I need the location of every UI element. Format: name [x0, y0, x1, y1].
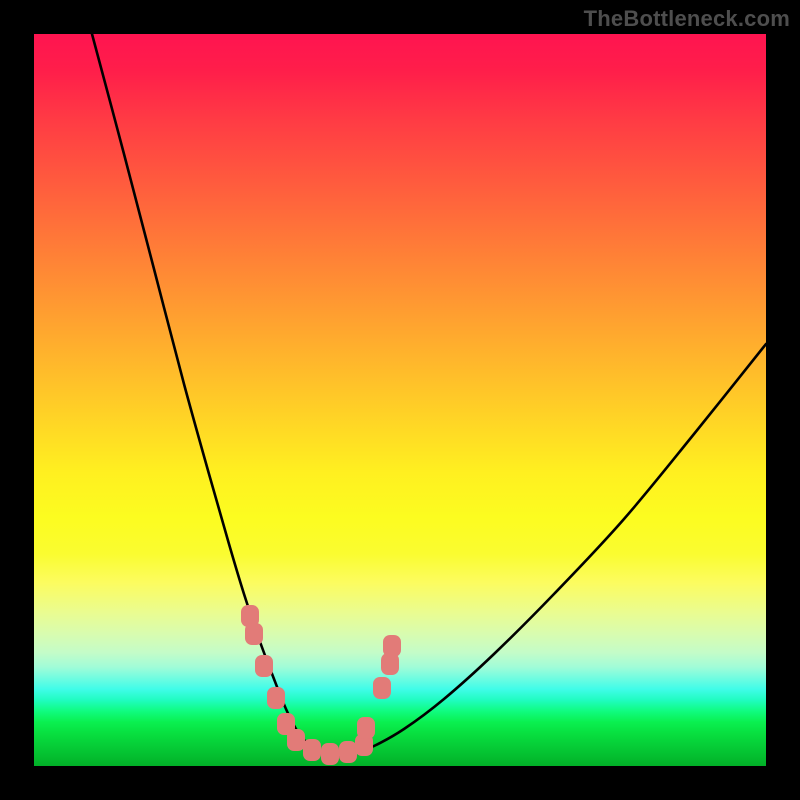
marker-point [383, 635, 401, 657]
marker-point [267, 687, 285, 709]
marker-point [245, 623, 263, 645]
curve-markers [241, 605, 401, 765]
plot-area [34, 34, 766, 766]
marker-point [357, 717, 375, 739]
watermark-text: TheBottleneck.com [584, 6, 790, 32]
marker-point [381, 653, 399, 675]
bottleneck-curve [92, 34, 766, 756]
marker-point [373, 677, 391, 699]
marker-point [321, 743, 339, 765]
curve-svg [34, 34, 766, 766]
marker-point [255, 655, 273, 677]
chart-container: TheBottleneck.com [0, 0, 800, 800]
marker-point [339, 741, 357, 763]
marker-point [241, 605, 259, 627]
marker-point [277, 713, 295, 735]
marker-point [355, 734, 373, 756]
marker-point [303, 739, 321, 761]
marker-point [287, 729, 305, 751]
